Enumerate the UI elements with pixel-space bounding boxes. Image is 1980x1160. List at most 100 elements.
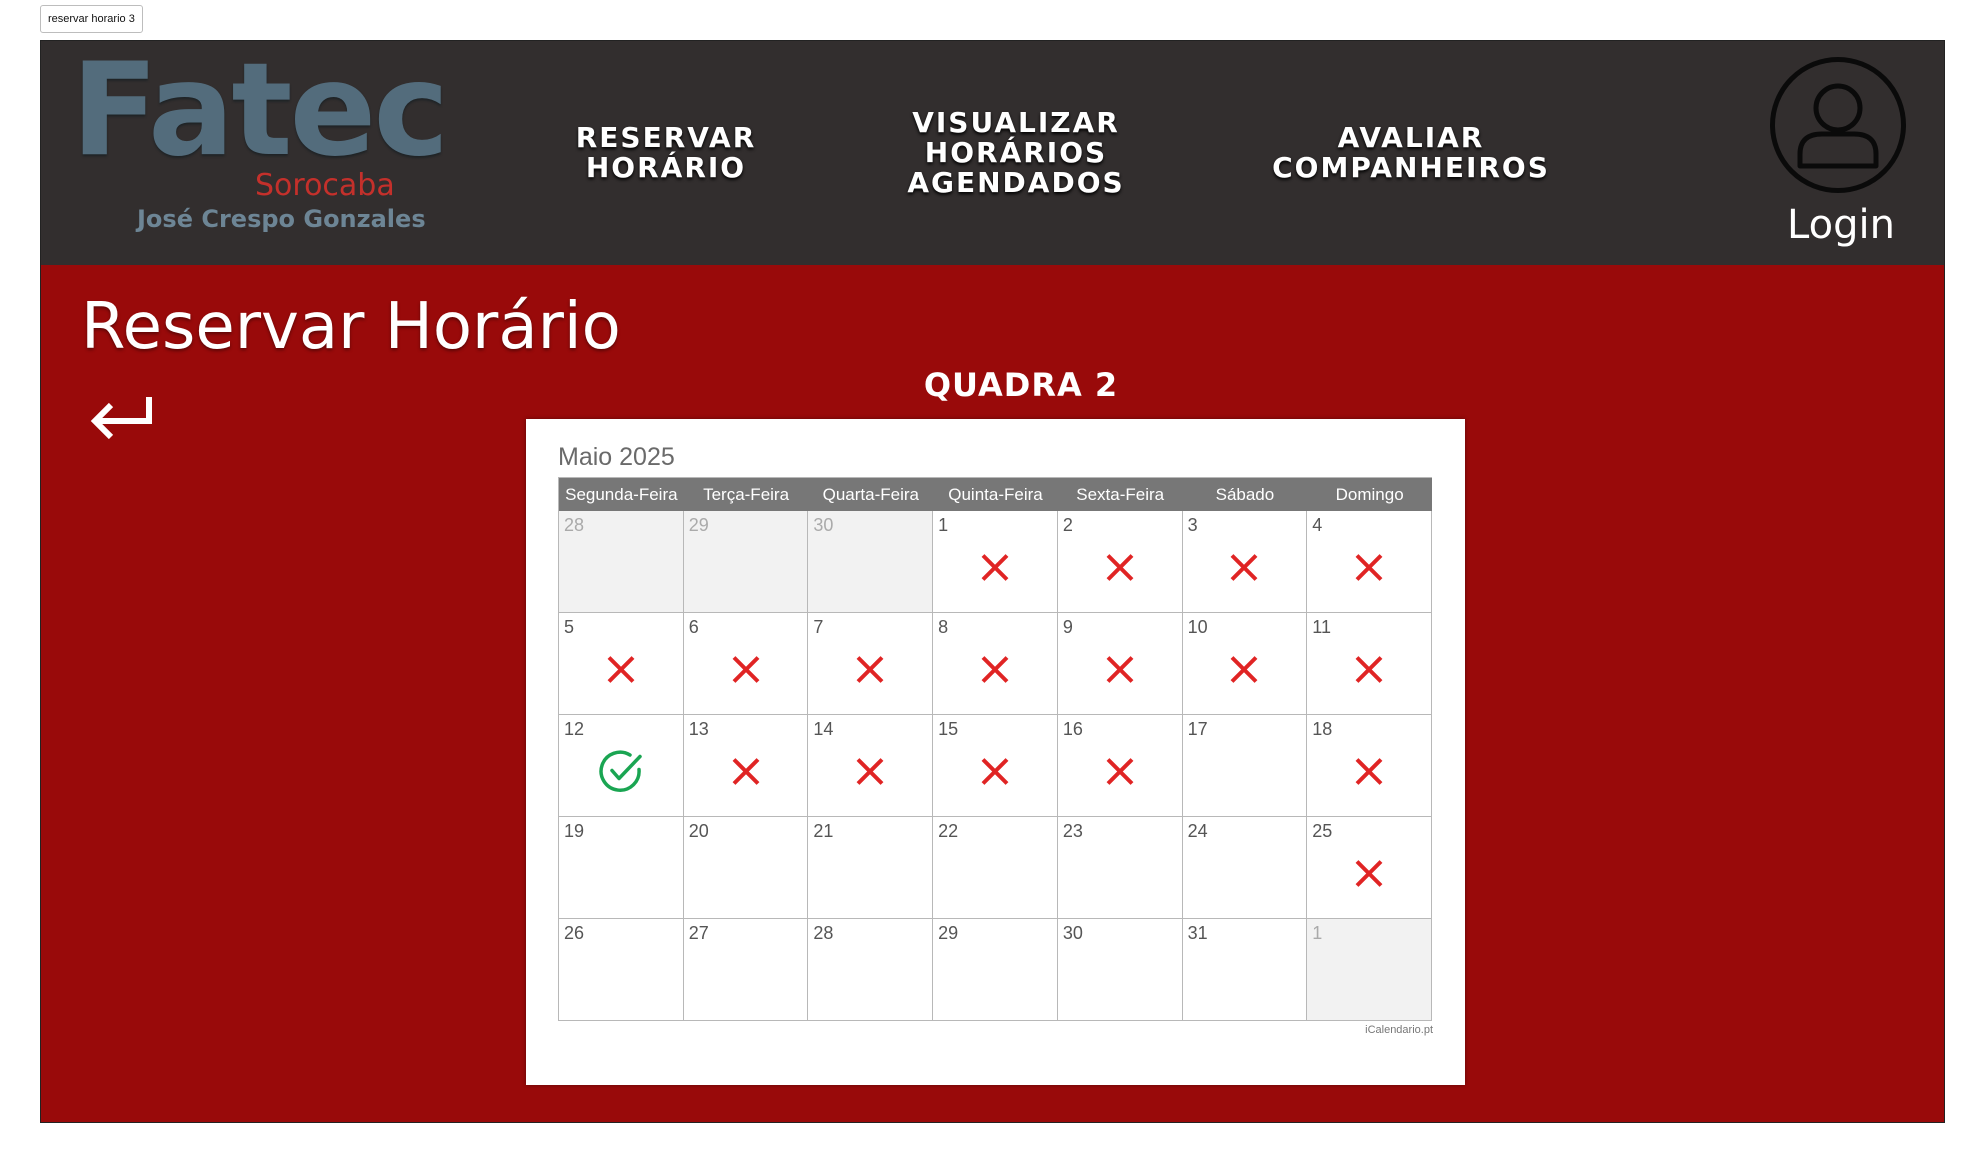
calendar-day-number: 27 <box>688 923 709 943</box>
calendar-day-cell[interactable]: 26 <box>559 919 684 1021</box>
page-tab[interactable]: reservar horario 3 <box>40 5 143 33</box>
unavailable-x-icon <box>1105 552 1135 587</box>
unavailable-x-icon <box>1354 858 1384 893</box>
calendar-day-number: 3 <box>1187 515 1198 535</box>
calendar-day-cell[interactable]: 12 <box>559 715 684 817</box>
calendar-day-number: 17 <box>1187 719 1208 739</box>
logo-city: Sorocaba <box>255 168 395 203</box>
calendar-day-cell[interactable]: 11 <box>1307 613 1432 715</box>
unavailable-x-icon <box>980 654 1010 689</box>
calendar-day-cell[interactable]: 10 <box>1182 613 1308 715</box>
calendar-day-cell[interactable]: 7 <box>808 613 934 715</box>
nav-visualizar-horarios-agendados[interactable]: VISUALIZAR HORÁRIOS AGENDADOS <box>881 41 1151 265</box>
calendar-day-number: 13 <box>688 719 709 739</box>
calendar-day-cell[interactable]: 18 <box>1307 715 1432 817</box>
calendar-day-cell[interactable]: 9 <box>1057 613 1183 715</box>
login-button[interactable]: Login <box>1766 57 1916 257</box>
calendar-credit: iCalendario.pt <box>1365 1024 1433 1036</box>
calendar-grid: Segunda-Feira Terça-Feira Quarta-Feira Quin… <box>558 477 1432 1021</box>
header: Fatec Sorocaba José Crespo Gonzales RESE… <box>41 41 1944 265</box>
calendar-day-number: 7 <box>813 617 824 637</box>
calendar-day-number: 23 <box>1062 821 1083 841</box>
calendar-day-number: 20 <box>688 821 709 841</box>
weekday-header: Quarta-Feira <box>808 478 934 511</box>
calendar-day-cell[interactable]: 30 <box>808 511 934 613</box>
calendar-day-number: 28 <box>813 923 834 943</box>
logo-brand: Fatec <box>71 40 449 185</box>
calendar-day-number: 1 <box>938 515 949 535</box>
calendar-day-number: 6 <box>688 617 699 637</box>
app-frame: Fatec Sorocaba José Crespo Gonzales RESE… <box>40 40 1945 1123</box>
calendar-day-cell[interactable]: 28 <box>808 919 934 1021</box>
unavailable-x-icon <box>1354 654 1384 689</box>
calendar-day-cell[interactable]: 31 <box>1182 919 1308 1021</box>
unavailable-x-icon <box>1354 552 1384 587</box>
calendar-day-number: 5 <box>564 617 575 637</box>
unavailable-x-icon <box>1105 756 1135 791</box>
calendar-day-cell[interactable]: 27 <box>683 919 809 1021</box>
calendar-day-cell[interactable]: 24 <box>1182 817 1308 919</box>
calendar-day-cell[interactable]: 30 <box>1057 919 1183 1021</box>
calendar-day-number: 2 <box>1062 515 1073 535</box>
calendar-day-cell[interactable]: 1 <box>1307 919 1432 1021</box>
calendar-day-cell[interactable]: 19 <box>559 817 684 919</box>
calendar-day-number: 31 <box>1187 923 1208 943</box>
calendar-day-cell[interactable]: 29 <box>683 511 809 613</box>
weekday-header: Segunda-Feira <box>559 478 684 511</box>
calendar-day-number: 18 <box>1312 719 1333 739</box>
calendar-day-cell[interactable]: 23 <box>1057 817 1183 919</box>
calendar-day-cell[interactable]: 20 <box>683 817 809 919</box>
unavailable-x-icon <box>1229 552 1259 587</box>
unavailable-x-icon <box>980 756 1010 791</box>
nav-reservar-horario[interactable]: RESERVAR HORÁRIO <box>541 41 791 265</box>
calendar-day-number: 22 <box>938 821 959 841</box>
unavailable-x-icon <box>1229 654 1259 689</box>
calendar-day-cell[interactable]: 22 <box>933 817 1058 919</box>
court-label: QUADRA 2 <box>923 366 1119 404</box>
weekday-header: Sábado <box>1182 478 1308 511</box>
calendar-day-cell[interactable]: 4 <box>1307 511 1432 613</box>
nav-avaliar-companheiros[interactable]: AVALIAR COMPANHEIROS <box>1251 41 1571 265</box>
selected-check-icon <box>597 747 645 800</box>
calendar-day-number: 29 <box>688 515 709 535</box>
calendar-day-number: 14 <box>813 719 834 739</box>
calendar-day-number: 9 <box>1062 617 1073 637</box>
calendar-day-cell[interactable]: 14 <box>808 715 934 817</box>
calendar-day-cell[interactable]: 5 <box>559 613 684 715</box>
calendar-day-cell[interactable]: 3 <box>1182 511 1308 613</box>
calendar-day-cell[interactable]: 13 <box>683 715 809 817</box>
calendar-day-cell[interactable]: 1 <box>933 511 1058 613</box>
calendar-day-cell[interactable]: 21 <box>808 817 934 919</box>
main-content: Reservar Horário QUADRA 2 Maio 2025 Segu… <box>41 265 1944 1122</box>
login-label: Login <box>1787 202 1895 248</box>
calendar-day-number: 26 <box>564 923 585 943</box>
calendar-day-cell[interactable]: 8 <box>933 613 1058 715</box>
unavailable-x-icon <box>855 654 885 689</box>
weekday-header: Terça-Feira <box>683 478 809 511</box>
user-icon <box>1770 57 1906 193</box>
unavailable-x-icon <box>1105 654 1135 689</box>
calendar-day-cell[interactable]: 28 <box>559 511 684 613</box>
calendar-day-number: 30 <box>813 515 834 535</box>
calendar-day-cell[interactable]: 17 <box>1182 715 1308 817</box>
calendar-day-cell[interactable]: 15 <box>933 715 1058 817</box>
calendar-day-number: 11 <box>1312 617 1331 637</box>
calendar-day-number: 29 <box>938 923 959 943</box>
return-arrow-icon[interactable] <box>89 393 157 440</box>
unavailable-x-icon <box>980 552 1010 587</box>
calendar-day-cell[interactable]: 6 <box>683 613 809 715</box>
unavailable-x-icon <box>606 654 636 689</box>
calendar-day-number: 4 <box>1312 515 1323 535</box>
calendar-day-number: 19 <box>564 821 585 841</box>
calendar-day-cell[interactable]: 25 <box>1307 817 1432 919</box>
calendar-day-cell[interactable]: 16 <box>1057 715 1183 817</box>
calendar-day-number: 30 <box>1062 923 1083 943</box>
calendar-day-number: 8 <box>938 617 949 637</box>
calendar-day-number: 24 <box>1187 821 1208 841</box>
weekday-header: Sexta-Feira <box>1057 478 1183 511</box>
unavailable-x-icon <box>731 756 761 791</box>
calendar-day-number: 12 <box>564 719 585 739</box>
calendar-day-cell[interactable]: 2 <box>1057 511 1183 613</box>
unavailable-x-icon <box>1354 756 1384 791</box>
calendar-day-cell[interactable]: 29 <box>933 919 1058 1021</box>
